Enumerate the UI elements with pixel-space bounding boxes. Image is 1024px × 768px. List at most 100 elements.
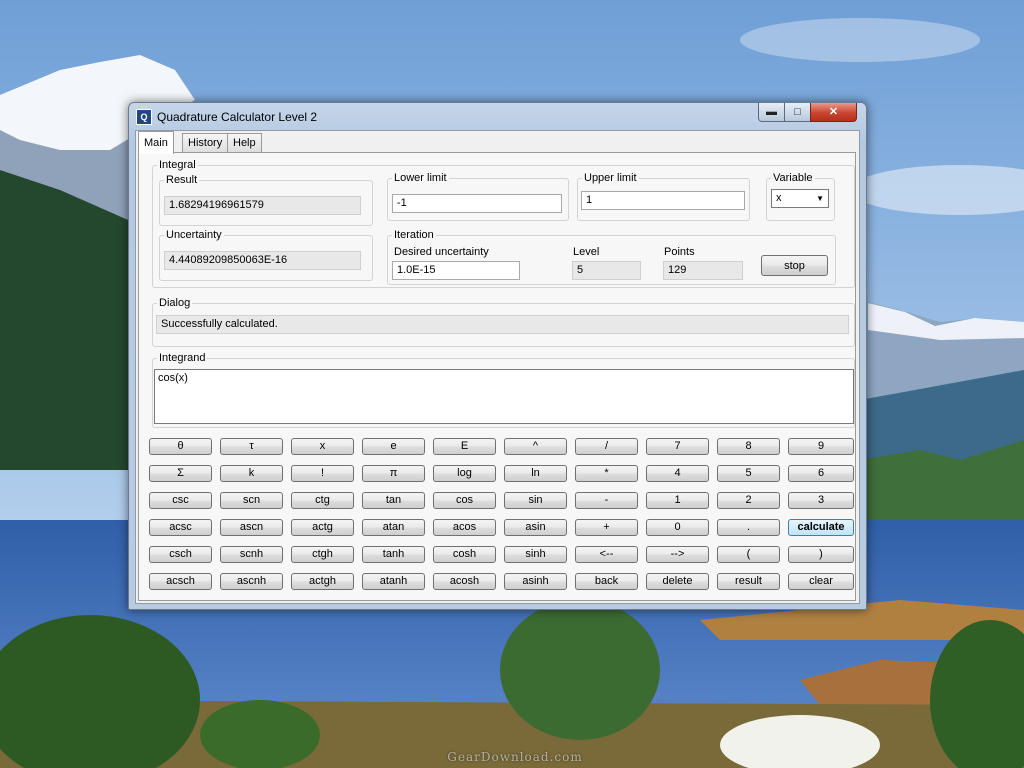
keypad-key[interactable]: sinh	[504, 546, 567, 563]
uncertainty-label: Uncertainty	[164, 228, 224, 242]
variable-select-value: x	[776, 192, 782, 204]
tab-help[interactable]: Help	[227, 133, 262, 152]
variable-label: Variable	[771, 171, 815, 185]
points-field[interactable]: 129	[663, 261, 743, 280]
keypad-key[interactable]: ln	[504, 465, 567, 482]
keypad-key[interactable]: 9	[788, 438, 854, 455]
close-icon: ✕	[828, 106, 839, 118]
keypad-key[interactable]: back	[575, 573, 638, 590]
keypad-key[interactable]: Σ	[149, 465, 212, 482]
lower-limit-input[interactable]: -1	[392, 194, 562, 213]
watermark: GearDownload.com	[447, 750, 583, 764]
keypad-key[interactable]: ctgh	[291, 546, 354, 563]
keypad-key[interactable]: acosh	[433, 573, 496, 590]
minimize-button[interactable]: ▬	[758, 103, 785, 122]
client-area: Main History Help Integral Result 1.6829…	[135, 130, 860, 604]
uncertainty-group: Uncertainty 4.44089209850063E-16	[159, 228, 373, 281]
keypad-key[interactable]: actgh	[291, 573, 354, 590]
keypad-key[interactable]: csc	[149, 492, 212, 509]
keypad-key[interactable]: 5	[717, 465, 780, 482]
keypad-key[interactable]: -	[575, 492, 638, 509]
chevron-down-icon: ▼	[816, 194, 824, 203]
keypad-key[interactable]: π	[362, 465, 425, 482]
tab-history[interactable]: History	[182, 133, 229, 152]
result-group: Result 1.68294196961579	[159, 173, 373, 226]
desired-uncertainty-input[interactable]: 1.0E-15	[392, 261, 520, 280]
maximize-button[interactable]: □	[784, 103, 811, 122]
keypad-key[interactable]: 6	[788, 465, 854, 482]
iteration-group: Iteration Desired uncertainty 1.0E-15 Le…	[387, 228, 836, 285]
keypad-key[interactable]: tan	[362, 492, 425, 509]
keypad-key[interactable]: k	[220, 465, 283, 482]
calculator-app-icon[interactable]: Q	[136, 109, 152, 125]
keypad-key[interactable]: asinh	[504, 573, 567, 590]
lower-limit-label: Lower limit	[392, 171, 449, 185]
keypad-key[interactable]: ascnh	[220, 573, 283, 590]
keypad-key[interactable]: acsch	[149, 573, 212, 590]
keypad-key[interactable]: ^	[504, 438, 567, 455]
keypad-key[interactable]: 3	[788, 492, 854, 509]
keypad-key[interactable]: 8	[717, 438, 780, 455]
keypad-key[interactable]: +	[575, 519, 638, 536]
level-field[interactable]: 5	[572, 261, 641, 280]
keypad-key[interactable]: e	[362, 438, 425, 455]
keypad-key[interactable]: )	[788, 546, 854, 563]
keypad-key[interactable]: 7	[646, 438, 709, 455]
keypad-key[interactable]: <--	[575, 546, 638, 563]
tab-page-main: Integral Result 1.68294196961579 Uncerta…	[138, 152, 856, 601]
keypad-key[interactable]: cosh	[433, 546, 496, 563]
result-field[interactable]: 1.68294196961579	[164, 196, 361, 215]
keypad-key[interactable]: θ	[149, 438, 212, 455]
keypad-key[interactable]: ascn	[220, 519, 283, 536]
keypad-key[interactable]: csch	[149, 546, 212, 563]
keypad-key[interactable]: 4	[646, 465, 709, 482]
keypad-key[interactable]: result	[717, 573, 780, 590]
keypad-key[interactable]: scnh	[220, 546, 283, 563]
dialog-message: Successfully calculated.	[156, 315, 849, 334]
keypad-key[interactable]: scn	[220, 492, 283, 509]
keypad-key[interactable]: acsc	[149, 519, 212, 536]
keypad-key[interactable]: actg	[291, 519, 354, 536]
keypad-key[interactable]: x	[291, 438, 354, 455]
stop-button[interactable]: stop	[761, 255, 828, 276]
keypad-key[interactable]: asin	[504, 519, 567, 536]
keypad-key[interactable]: cos	[433, 492, 496, 509]
keypad-key[interactable]: log	[433, 465, 496, 482]
desired-uncertainty-label: Desired uncertainty	[394, 246, 489, 258]
calculate-button[interactable]: calculate	[788, 519, 854, 536]
keypad-key[interactable]: acos	[433, 519, 496, 536]
variable-select[interactable]: x ▼	[771, 189, 829, 208]
keypad-key[interactable]: atan	[362, 519, 425, 536]
keypad-key[interactable]: E	[433, 438, 496, 455]
keypad-key[interactable]: delete	[646, 573, 709, 590]
keypad-key[interactable]: *	[575, 465, 638, 482]
lower-limit-group: Lower limit -1	[387, 171, 569, 221]
dialog-label: Dialog	[157, 296, 193, 310]
app-window: Q Quadrature Calculator Level 2 ▬ □ ✕ Ma…	[128, 102, 867, 610]
integrand-input[interactable]: cos(x)	[154, 369, 854, 424]
close-button[interactable]: ✕	[810, 103, 857, 122]
keypad-key[interactable]: sin	[504, 492, 567, 509]
keypad-key[interactable]: !	[291, 465, 354, 482]
keypad-key[interactable]: 2	[717, 492, 780, 509]
keypad-key[interactable]: tanh	[362, 546, 425, 563]
keypad-key[interactable]: atanh	[362, 573, 425, 590]
variable-group: Variable x ▼	[766, 171, 835, 221]
keypad-key[interactable]: -->	[646, 546, 709, 563]
uncertainty-field[interactable]: 4.44089209850063E-16	[164, 251, 361, 270]
keypad-key[interactable]: ctg	[291, 492, 354, 509]
keypad-key[interactable]: /	[575, 438, 638, 455]
keypad-key[interactable]: τ	[220, 438, 283, 455]
keypad-key[interactable]: 1	[646, 492, 709, 509]
title-bar[interactable]: Q Quadrature Calculator Level 2 ▬ □ ✕	[129, 103, 866, 129]
window-title: Quadrature Calculator Level 2	[157, 110, 318, 124]
result-label: Result	[164, 173, 200, 187]
tab-main[interactable]: Main	[138, 131, 174, 154]
keypad-key[interactable]: clear	[788, 573, 854, 590]
keypad-key[interactable]: 0	[646, 519, 709, 536]
upper-limit-label: Upper limit	[582, 171, 639, 185]
keypad-key[interactable]: (	[717, 546, 780, 563]
dialog-group: Dialog Successfully calculated.	[152, 296, 855, 347]
keypad-key[interactable]: .	[717, 519, 780, 536]
upper-limit-input[interactable]: 1	[581, 191, 745, 210]
